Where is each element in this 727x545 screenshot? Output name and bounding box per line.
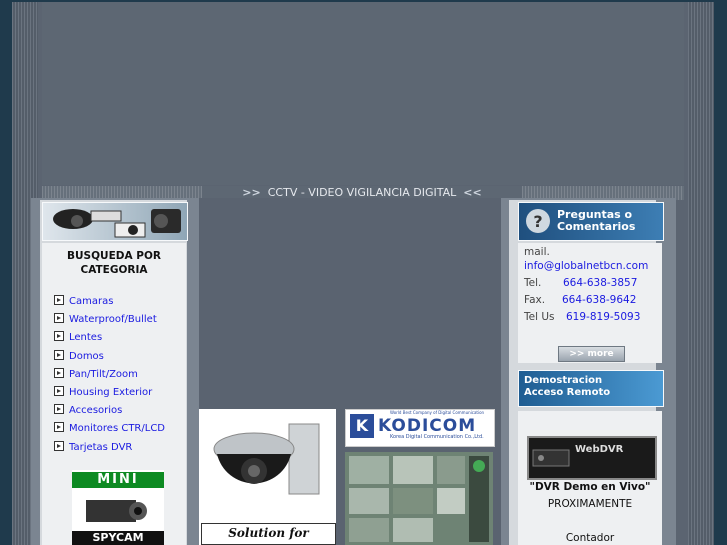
dome-camera-product[interactable]: Solution for: [199, 409, 336, 545]
tel-label: Tel.: [524, 277, 542, 289]
center-content-area: [199, 198, 501, 406]
arrow-box-icon: [54, 404, 64, 415]
category-item-lentes[interactable]: Lentes: [54, 331, 165, 349]
arrow-box-icon: [54, 385, 64, 396]
category-item-tarjetas[interactable]: Tarjetas DVR: [54, 440, 165, 459]
category-panel: BUSQUEDA POR CATEGORIA Camaras Waterproo…: [42, 243, 186, 545]
cameras-banner[interactable]: [42, 202, 188, 241]
contact-panel: mail. info@globalnetbcn.com Tel. 664-638…: [518, 243, 662, 363]
questions-banner[interactable]: ? Preguntas o Comentarios: [518, 202, 664, 241]
webdvr-label: WebDVR: [575, 444, 624, 455]
arrow-box-icon: [54, 422, 64, 433]
dvr-demo-caption[interactable]: "DVR Demo en Vivo": [518, 481, 662, 493]
contador-label: Contador: [565, 532, 615, 544]
questions-line2: Comentarios: [557, 220, 636, 233]
category-label[interactable]: Housing Exterior: [69, 387, 152, 398]
tel-us-label: Tel Us: [524, 311, 555, 323]
questions-title: Preguntas o Comentarios: [557, 209, 635, 233]
category-label[interactable]: Lentes: [69, 332, 102, 343]
category-heading: BUSQUEDA POR CATEGORIA: [42, 243, 186, 277]
category-label[interactable]: Domos: [69, 351, 104, 362]
dome-camera-image: [213, 423, 320, 495]
category-label[interactable]: Tarjetas DVR: [69, 442, 132, 453]
center-column: Solution for World Best Company of Digit…: [199, 198, 501, 545]
remote-demo-title: Demostracion Acceso Remoto: [524, 375, 610, 399]
arrow-box-icon: [54, 349, 64, 360]
category-item-ptz[interactable]: Pan/Tilt/Zoom: [54, 367, 165, 386]
dvr-screenshot-image[interactable]: [345, 452, 493, 545]
kodicom-logo[interactable]: World Best Company of Digital Communicat…: [345, 409, 495, 447]
category-label[interactable]: Camaras: [69, 296, 113, 307]
kodicom-mark-icon: K: [350, 414, 374, 438]
dvr-device-icon: [532, 449, 570, 467]
category-label[interactable]: Monitores CTR/LCD: [69, 423, 165, 434]
category-label[interactable]: Pan/Tilt/Zoom: [69, 369, 138, 380]
svg-text:?: ?: [533, 212, 542, 231]
category-label[interactable]: Accesorios: [69, 405, 122, 416]
arrow-box-icon: [54, 313, 64, 324]
category-item-accesorios[interactable]: Accesorios: [54, 404, 165, 422]
fax-value: 664-638-9642: [562, 294, 637, 306]
arrow-box-icon: [54, 295, 64, 305]
spycam-label: SPYCAM: [72, 531, 164, 545]
solution-banner: Solution for: [201, 523, 336, 545]
proximamente-text: PROXIMAMENTE: [547, 498, 633, 510]
arrow-box-icon: [54, 331, 64, 342]
category-heading-line2: CATEGORIA: [80, 264, 148, 276]
kodicom-name: KODICOM: [378, 416, 477, 436]
question-mark-icon: ?: [526, 209, 550, 233]
category-label[interactable]: Waterproof/Bullet: [69, 314, 157, 325]
category-item-monitores[interactable]: Monitores CTR/LCD: [54, 422, 165, 440]
mini-spycam-ad[interactable]: MINI SPYCAM: [72, 470, 164, 545]
fax-label: Fax.: [524, 294, 546, 306]
arrow-box-icon: [54, 367, 64, 378]
spycam-image: [86, 500, 147, 522]
category-item-waterproof[interactable]: Waterproof/Bullet: [54, 313, 165, 331]
category-item-camaras[interactable]: Camaras: [54, 295, 165, 313]
cameras-banner-image: [53, 209, 181, 238]
right-edge-pattern: [688, 2, 714, 545]
dvr-multiview-image: [345, 452, 493, 545]
webdvr-image[interactable]: WebDVR: [527, 436, 657, 480]
remote-demo-banner[interactable]: Demostracion Acceso Remoto: [518, 370, 664, 407]
header-banner: [42, 2, 684, 185]
arrow-box-icon: [54, 440, 64, 451]
category-heading-line1: BUSQUEDA POR: [67, 250, 161, 262]
main-container: BUSQUEDA POR CATEGORIA Camaras Waterproo…: [31, 198, 676, 545]
more-button[interactable]: >> more: [558, 346, 625, 362]
tel-value: 664-638-3857: [563, 277, 638, 289]
mail-label: mail.: [524, 246, 550, 258]
category-list: Camaras Waterproof/Bullet Lentes Domos P…: [54, 295, 165, 459]
kodicom-tagline: Korea Digital Communication Co.,Ltd.: [390, 434, 484, 440]
dvr-demo-panel: WebDVR "DVR Demo en Vivo" PROXIMAMENTE C…: [518, 411, 662, 545]
category-item-housing[interactable]: Housing Exterior: [54, 385, 165, 404]
spycam-mini-label: MINI: [72, 472, 164, 488]
remote-demo-line1: Demostracion: [524, 375, 603, 386]
tel-us-value: 619-819-5093: [566, 311, 641, 323]
category-item-domos[interactable]: Domos: [54, 349, 165, 368]
kodicom-top-line: World Best Company of Digital Communicat…: [390, 410, 485, 415]
right-column: ? Preguntas o Comentarios mail. info@glo…: [509, 198, 671, 545]
mail-link[interactable]: info@globalnetbcn.com: [524, 260, 648, 272]
remote-demo-line2: Acceso Remoto: [524, 387, 611, 398]
